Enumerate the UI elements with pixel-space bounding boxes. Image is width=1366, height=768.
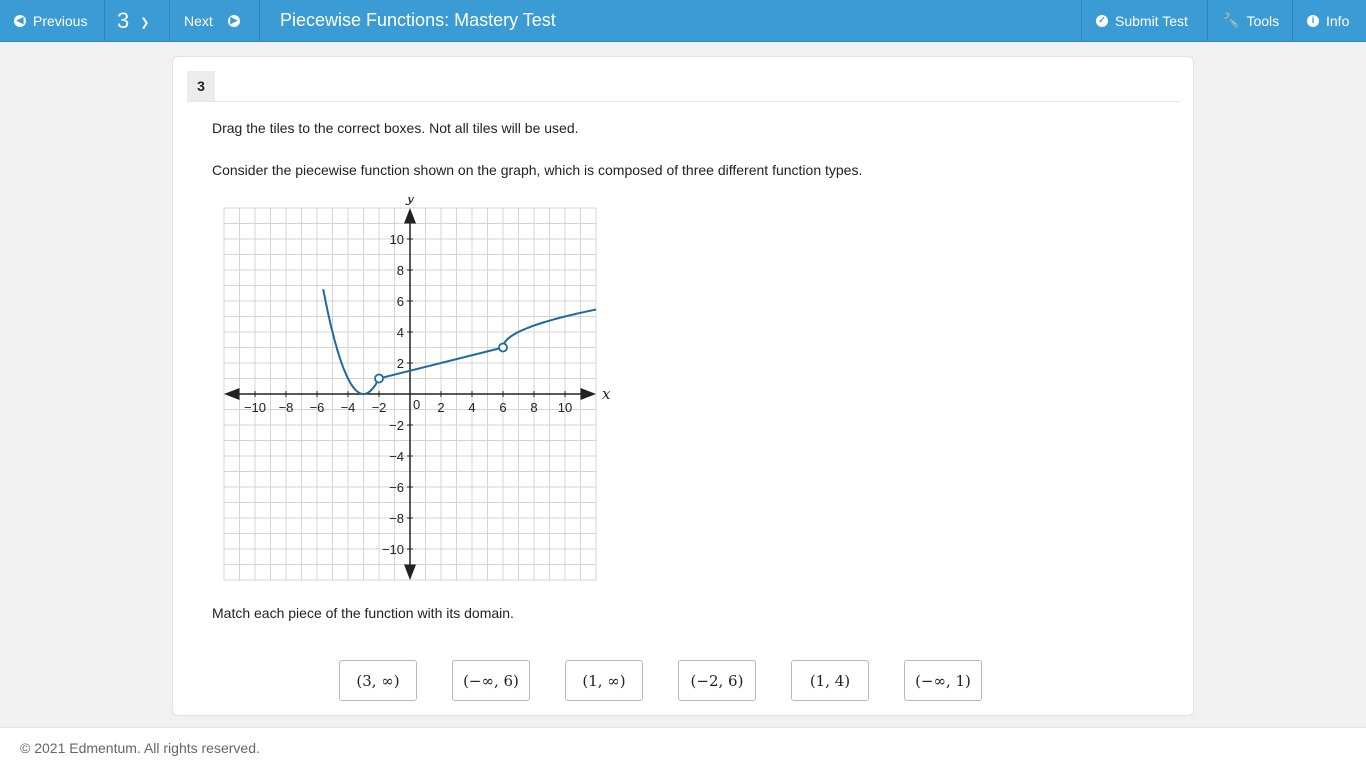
y-axis-arrow-down	[404, 564, 416, 580]
copyright-text: © 2021 Edmentum. All rights reserved.	[20, 740, 260, 756]
y-tick-label: −2	[389, 418, 404, 433]
open-point	[498, 342, 508, 353]
previous-button[interactable]: ◀ Previous	[0, 0, 105, 41]
y-tick-label: −10	[382, 542, 404, 557]
info-icon: i	[1307, 14, 1319, 27]
y-axis-label: y	[405, 197, 415, 206]
x-tick-label: −8	[279, 400, 294, 415]
x-tick-label: 4	[468, 400, 475, 415]
x-tick-label: −10	[244, 400, 266, 415]
info-label: Info	[1326, 12, 1350, 29]
x-tick-label: −2	[372, 400, 387, 415]
tools-label: Tools	[1246, 12, 1280, 29]
submit-label: Submit Test	[1115, 12, 1188, 29]
next-label: Next	[184, 12, 213, 29]
y-tick-label: 6	[397, 294, 404, 309]
tile-domain[interactable]: (−2, 6)	[678, 660, 756, 701]
x-tick-label: 10	[558, 400, 572, 415]
tile-domain[interactable]: (1, ∞)	[565, 660, 643, 701]
page-title: Piecewise Functions: Mastery Test	[280, 10, 556, 30]
x-tick-label: −6	[310, 400, 325, 415]
question-card: 3 Drag the tiles to the correct boxes. N…	[172, 56, 1194, 716]
y-tick-label: 10	[390, 232, 404, 247]
x-axis-arrow-left	[224, 388, 240, 400]
next-button[interactable]: Next ▶	[170, 0, 260, 41]
tile-domain[interactable]: (3, ∞)	[339, 660, 417, 701]
x-tick-label: 2	[437, 400, 444, 415]
tile-domain[interactable]: (1, 4)	[791, 660, 869, 701]
arrow-right-icon: ▶	[227, 14, 240, 27]
description-text: Consider the piecewise function shown on…	[212, 162, 863, 178]
tile-domain[interactable]: (−∞, 1)	[904, 660, 982, 701]
x-axis-arrow-right	[580, 388, 596, 400]
footer: © 2021 Edmentum. All rights reserved.	[0, 727, 1366, 768]
y-tick-label: 4	[397, 325, 404, 340]
y-tick-label: −8	[389, 511, 404, 526]
y-tick-label: −4	[389, 449, 404, 464]
y-tick-label: 2	[397, 356, 404, 371]
question-selector[interactable]: 3 ❯	[105, 0, 170, 41]
y-axis-arrow-up	[404, 208, 416, 224]
y-tick-label: 8	[397, 263, 404, 278]
y-tick-label: −6	[389, 480, 404, 495]
match-prompt: Match each piece of the function with it…	[212, 605, 514, 621]
question-number: 3	[117, 7, 130, 33]
origin-label: 0	[413, 397, 420, 412]
previous-label: Previous	[33, 12, 88, 29]
check-circle-icon: ✓	[1096, 14, 1108, 27]
arrow-left-icon: ◀	[14, 14, 26, 27]
chevron-down-icon: ❯	[140, 17, 150, 29]
x-tick-label: 6	[499, 400, 506, 415]
instruction-text: Drag the tiles to the correct boxes. Not…	[212, 120, 579, 136]
submit-test-button[interactable]: ✓ Submit Test	[1081, 0, 1207, 41]
question-number-badge: 3	[187, 71, 215, 101]
x-tick-label: 8	[530, 400, 537, 415]
tile-domain[interactable]: (−∞, 6)	[452, 660, 530, 701]
answer-tiles: (3, ∞) (−∞, 6) (1, ∞) (−2, 6) (1, 4) (−∞…	[339, 660, 982, 701]
x-tick-label: −4	[341, 400, 356, 415]
tools-button[interactable]: 🔧 Tools	[1207, 0, 1292, 41]
question-header: 3	[187, 71, 1179, 102]
info-button[interactable]: i Info	[1292, 0, 1366, 41]
top-navigation-bar: ◀ Previous 3 ❯ Next ▶ Piecewise Function…	[0, 0, 1366, 42]
piecewise-function-graph: −10 −8 −6 −4 −2 2 4 6 8 10 10 8 6 4 2 −2 −4 −6 −8 −10 0 x y	[223, 197, 611, 581]
x-axis-label: x	[602, 385, 611, 403]
wrench-icon: 🔧	[1222, 12, 1240, 28]
open-point	[374, 373, 384, 384]
